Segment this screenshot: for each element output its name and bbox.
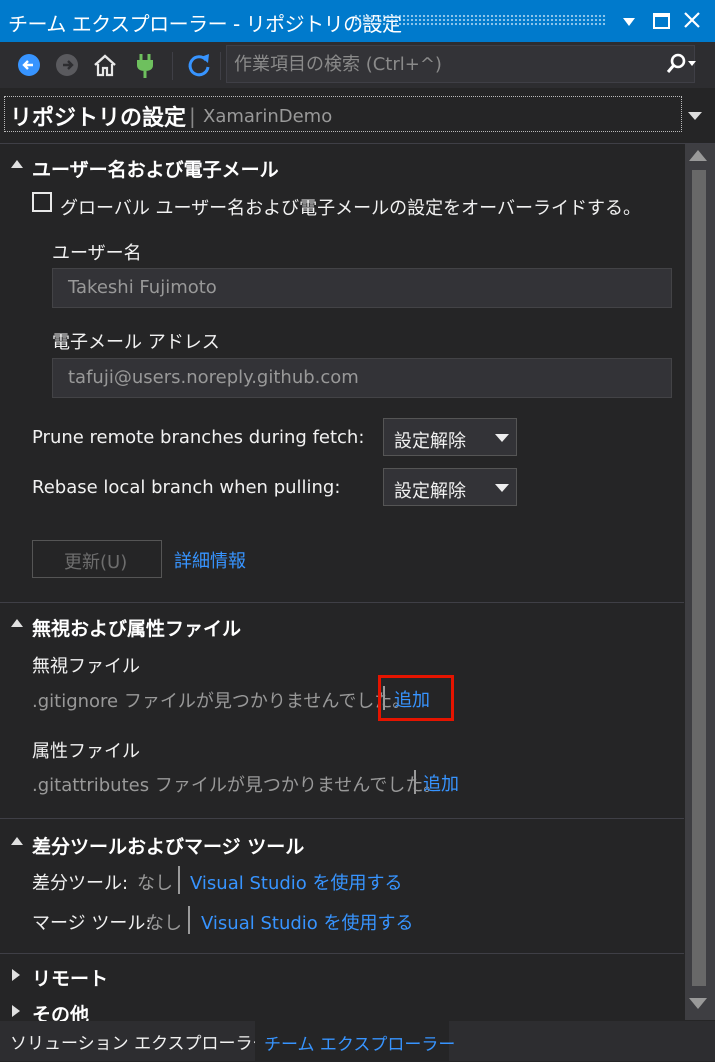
override-checkbox[interactable] bbox=[32, 192, 52, 212]
back-icon bbox=[18, 54, 40, 76]
connect-button[interactable] bbox=[130, 50, 160, 80]
merge-use-vs-link[interactable]: Visual Studio を使用する bbox=[201, 909, 414, 935]
username-value: Takeshi Fujimoto bbox=[68, 277, 217, 298]
tab-label: ソリューション エクスプローラー bbox=[10, 1034, 270, 1054]
section-title-remote[interactable]: リモート bbox=[32, 964, 108, 991]
search-input[interactable] bbox=[234, 51, 654, 77]
diff-use-vs-link[interactable]: Visual Studio を使用する bbox=[190, 869, 403, 895]
section-collapsed-icon[interactable] bbox=[12, 969, 20, 981]
add-gitignore-link[interactable]: 追加 bbox=[394, 686, 430, 712]
ignore-file-status: .gitignore ファイルが見つかりませんでした。 bbox=[32, 691, 411, 712]
rebase-label: Rebase local branch when pulling: bbox=[32, 477, 341, 498]
section-expanded-icon[interactable] bbox=[11, 619, 23, 627]
section-divider bbox=[0, 953, 684, 954]
tab-solution-explorer[interactable]: ソリューション エクスプローラー bbox=[0, 1021, 270, 1061]
section-expanded-icon[interactable] bbox=[11, 160, 23, 168]
section-divider bbox=[0, 818, 684, 819]
chevron-down-icon bbox=[623, 18, 635, 26]
toolbar-separator bbox=[220, 52, 221, 80]
close-icon bbox=[684, 12, 700, 28]
link-separator bbox=[188, 906, 190, 934]
add-gitattributes-link[interactable]: 追加 bbox=[423, 770, 459, 796]
forward-button[interactable] bbox=[52, 50, 82, 80]
page-title: リポジトリの設定 bbox=[10, 106, 187, 131]
section-expanded-icon[interactable] bbox=[11, 837, 23, 845]
toolbar-separator bbox=[172, 52, 173, 80]
merge-tool-value: なし bbox=[146, 913, 182, 934]
forward-icon bbox=[56, 54, 78, 76]
scroll-down-icon[interactable] bbox=[689, 998, 707, 1009]
email-label: 電子メール アドレス bbox=[52, 332, 220, 353]
username-label: ユーザー名 bbox=[52, 243, 142, 264]
scrollbar-thumb[interactable] bbox=[692, 170, 706, 986]
chevron-down-icon bbox=[495, 484, 509, 492]
merge-tool-label: マージ ツール: bbox=[32, 913, 152, 934]
link-separator bbox=[414, 770, 416, 794]
header-separator: | bbox=[189, 104, 196, 128]
section-title-ignore[interactable]: 無視および属性ファイル bbox=[32, 614, 241, 641]
triangle-up-icon bbox=[11, 837, 23, 845]
link-separator bbox=[178, 866, 180, 894]
triangle-up-icon bbox=[11, 160, 23, 168]
section-collapsed-icon[interactable] bbox=[12, 1005, 20, 1017]
maximize-button[interactable] bbox=[648, 6, 674, 36]
close-button[interactable] bbox=[679, 6, 705, 36]
diff-tool-label: 差分ツール: bbox=[32, 873, 129, 894]
refresh-button[interactable] bbox=[184, 50, 214, 80]
header-divider bbox=[0, 143, 715, 144]
diff-tool-value: なし bbox=[137, 873, 173, 894]
search-button[interactable] bbox=[664, 52, 698, 82]
refresh-icon bbox=[188, 54, 210, 77]
title-grip[interactable] bbox=[354, 14, 606, 26]
scroll-up-icon[interactable] bbox=[689, 150, 707, 161]
attr-file-label: 属性ファイル bbox=[32, 741, 140, 762]
rebase-select-value: 設定解除 bbox=[394, 481, 466, 502]
section-title-user[interactable]: ユーザー名および電子メール bbox=[32, 155, 279, 182]
tab-team-explorer[interactable]: チーム エクスプローラー bbox=[255, 1021, 455, 1062]
search-icon bbox=[666, 53, 696, 73]
window-menu-button[interactable] bbox=[616, 6, 642, 36]
triangle-right-icon bbox=[12, 1005, 20, 1017]
ignore-file-label: 無視ファイル bbox=[32, 656, 140, 677]
triangle-right-icon bbox=[12, 969, 20, 981]
override-checkbox-label[interactable]: グローバル ユーザー名および電子メールの設定をオーバーライドする。 bbox=[60, 194, 641, 220]
prune-label: Prune remote branches during fetch: bbox=[32, 427, 365, 448]
page-subtitle: XamarinDemo bbox=[203, 106, 333, 127]
triangle-up-icon bbox=[11, 619, 23, 627]
plug-icon bbox=[137, 54, 153, 78]
section-title-diff[interactable]: 差分ツールおよびマージ ツール bbox=[32, 832, 304, 859]
home-icon bbox=[94, 54, 116, 77]
tab-label: チーム エクスプローラー bbox=[264, 1035, 456, 1055]
back-button[interactable] bbox=[14, 50, 44, 80]
header-dropdown-icon[interactable] bbox=[688, 112, 702, 120]
home-button[interactable] bbox=[90, 50, 120, 80]
prune-select-value: 設定解除 bbox=[394, 431, 466, 452]
attr-file-status: .gitattributes ファイルが見つかりませんでした。 bbox=[32, 775, 442, 796]
section-divider bbox=[0, 602, 684, 603]
update-button-label: 更新(U) bbox=[64, 552, 128, 573]
email-value: tafuji@users.noreply.github.com bbox=[68, 367, 359, 388]
chevron-down-icon bbox=[495, 434, 509, 442]
maximize-icon bbox=[653, 13, 670, 29]
more-info-link[interactable]: 詳細情報 bbox=[174, 547, 246, 573]
window-title: チーム エクスプローラー - リポジトリの設定 bbox=[8, 12, 402, 36]
